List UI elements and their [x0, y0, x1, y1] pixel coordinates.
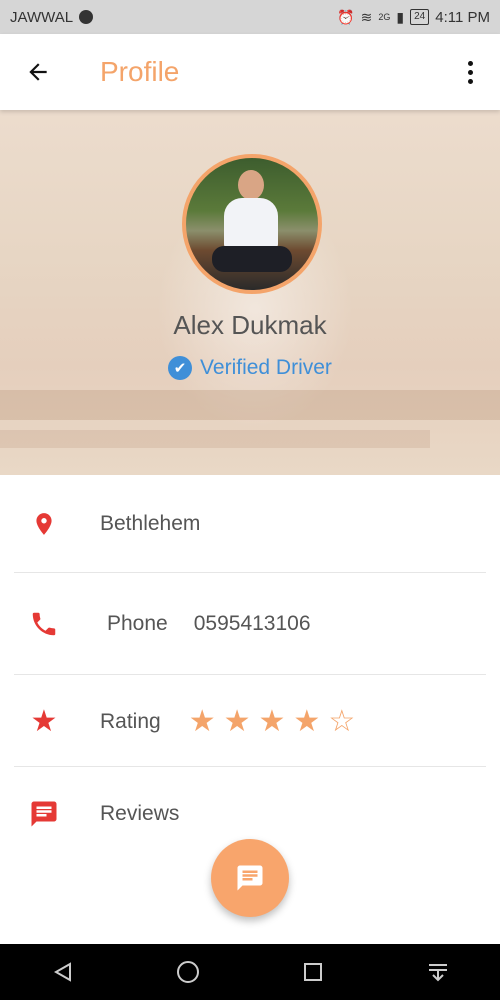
- wifi-icon: ≋: [360, 8, 373, 25]
- nav-home-button[interactable]: [158, 944, 218, 1000]
- background-photo-detail: [0, 430, 430, 448]
- rating-label: Rating: [100, 710, 161, 733]
- overflow-menu-button[interactable]: [440, 34, 500, 110]
- reviews-row[interactable]: Reviews: [14, 792, 486, 836]
- divider: [14, 674, 486, 675]
- star-outline-icon: ☆: [328, 705, 356, 738]
- phone-row[interactable]: Phone 0595413106: [14, 602, 486, 646]
- verified-badge: ✔ Verified Driver: [0, 356, 500, 380]
- circle-home-icon: [176, 961, 199, 983]
- location-row: Bethlehem: [14, 502, 486, 546]
- messenger-icon: [79, 10, 94, 24]
- background-photo: [0, 390, 500, 420]
- more-vert-icon: [467, 60, 473, 84]
- avatar-photo-head: [238, 170, 264, 200]
- square-recents-icon: [303, 963, 322, 981]
- profile-name: Alex Dukmak: [173, 310, 327, 340]
- nav-notifications-button[interactable]: [408, 944, 468, 1000]
- nav-recents-button[interactable]: [283, 944, 343, 1000]
- location-pin-icon: [14, 509, 74, 539]
- message-fab-button[interactable]: [211, 839, 289, 917]
- verified-check-icon: ✔: [168, 356, 193, 380]
- status-left: JAWWAL: [10, 8, 94, 26]
- arrow-left-icon: [29, 63, 47, 81]
- star-filled-icon: ★: [293, 705, 321, 738]
- star-filled-icon: ★: [258, 705, 286, 738]
- profile-header: Alex Dukmak ✔ Verified Driver: [0, 110, 500, 475]
- verified-label: Verified Driver: [200, 356, 332, 379]
- rating-stars: ★ ★ ★ ★ ☆: [189, 707, 356, 737]
- divider: [14, 766, 486, 767]
- network-type: 2G: [378, 12, 391, 22]
- phone-icon: [14, 609, 74, 639]
- divider: [14, 572, 486, 573]
- battery-level: 24: [410, 9, 430, 25]
- back-button[interactable]: [0, 34, 76, 110]
- system-nav-bar: [0, 944, 500, 1000]
- avatar[interactable]: [182, 154, 322, 294]
- status-time: 4:11 PM: [435, 8, 490, 26]
- chat-icon: [237, 865, 263, 891]
- avatar-photo-body: [224, 198, 278, 250]
- rating-row: ★ Rating ★ ★ ★ ★ ☆: [14, 700, 486, 744]
- nav-back-button[interactable]: [33, 944, 93, 1000]
- reviews-icon: [14, 799, 74, 829]
- phone-value: 0595413106: [193, 612, 311, 635]
- signal-icon: ▮: [396, 8, 405, 25]
- triangle-back-icon: [53, 962, 71, 982]
- status-right: ⏰ ≋ 2G ▮ 24 4:11 PM: [337, 9, 490, 26]
- pull-down-icon: [428, 964, 447, 982]
- location-value: Bethlehem: [100, 512, 201, 535]
- page-title: Profile: [100, 56, 180, 87]
- status-bar: JAWWAL ⏰ ≋ 2G ▮ 24 4:11 PM: [0, 0, 500, 34]
- avatar-photo-legs: [212, 246, 292, 272]
- reviews-label: Reviews: [100, 802, 180, 825]
- alarm-icon: ⏰: [337, 8, 355, 25]
- carrier-name: JAWWAL: [10, 8, 74, 26]
- star-filled-icon: ★: [188, 705, 216, 738]
- star-icon: ★: [30, 705, 58, 738]
- app-bar: Profile: [0, 34, 500, 110]
- phone-label: Phone: [107, 612, 168, 635]
- star-filled-icon: ★: [223, 705, 251, 738]
